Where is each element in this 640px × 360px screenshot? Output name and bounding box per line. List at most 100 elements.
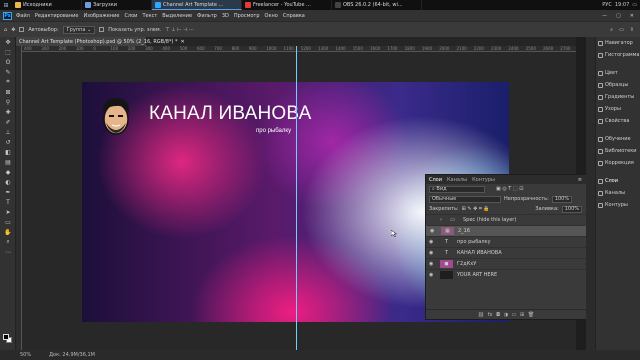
lock-icons[interactable]: ⊞ ✎ ✥ ⌗ 🔒 xyxy=(462,206,490,212)
visibility-eye-icon[interactable]: ◉ xyxy=(429,272,436,278)
fx-icon[interactable]: fx xyxy=(488,312,493,318)
layer-row[interactable]: ◉ ▦ 2_16 xyxy=(426,225,586,236)
gradient-tool-icon[interactable]: ▤ xyxy=(0,157,16,167)
stamp-tool-icon[interactable]: ⊥ xyxy=(0,127,16,137)
healing-tool-icon[interactable]: ✚ xyxy=(0,107,16,117)
channel-subtitle-text[interactable]: про рыбалку xyxy=(256,128,291,134)
menu-item[interactable]: Текст xyxy=(142,13,157,19)
dock-panel-item[interactable]: Контуры xyxy=(596,199,640,211)
move-tool-icon[interactable]: ✥ xyxy=(11,27,15,33)
visibility-eye-icon[interactable]: ◉ xyxy=(429,250,436,256)
eyedropper-tool-icon[interactable]: ⚲ xyxy=(0,97,16,107)
crop-tool-icon[interactable]: ⌗ xyxy=(0,77,16,87)
tray-lang[interactable]: РУС xyxy=(602,2,612,8)
quick-select-tool-icon[interactable]: ✎ xyxy=(0,67,16,77)
eraser-tool-icon[interactable]: ◧ xyxy=(0,147,16,157)
menu-item[interactable]: Слои xyxy=(124,13,137,19)
dock-panel-item[interactable]: Библиотеки xyxy=(596,145,640,157)
channel-title-text[interactable]: КАНАЛ ИВАНОВА xyxy=(149,103,312,125)
dodge-tool-icon[interactable]: ◐ xyxy=(0,177,16,187)
layer-kind-select[interactable]: ⌕ Вид xyxy=(429,185,485,193)
taskbar-tab[interactable]: Channel Art Template ... xyxy=(152,0,242,10)
dock-panel-item[interactable]: Навигатор xyxy=(596,37,640,49)
layer-row[interactable]: ◉ Tпро рыбалку xyxy=(426,236,586,247)
adjustment-icon[interactable]: ◑ xyxy=(504,312,508,318)
dock-panel-item[interactable]: Образцы xyxy=(596,79,640,91)
show-transform-checkbox[interactable] xyxy=(99,27,105,32)
menu-item[interactable]: 3D xyxy=(222,13,229,19)
blend-mode-select[interactable]: Обычные xyxy=(429,195,501,203)
menu-item[interactable]: Файл xyxy=(16,13,30,19)
taskbar-tab[interactable]: OBS 26.0.2 (64-bit, wi... xyxy=(332,0,422,10)
visibility-eye-icon[interactable]: ◉ xyxy=(429,239,436,245)
panel-menu-icon[interactable]: ≡ xyxy=(578,177,582,183)
maximize-icon[interactable]: ▢ xyxy=(616,13,621,19)
menu-item[interactable]: Редактирование xyxy=(35,13,79,19)
history-brush-icon[interactable]: ↺ xyxy=(0,137,16,147)
frame-tool-icon[interactable]: ⊠ xyxy=(0,87,16,97)
layer-row[interactable]: › ▭ Spec (hide this layer) xyxy=(426,214,586,225)
dock-panel-item[interactable]: Цвет xyxy=(596,67,640,79)
search-icon[interactable]: ⌕ xyxy=(610,27,613,33)
lasso-tool-icon[interactable]: ʘ xyxy=(0,57,16,67)
delete-layer-icon[interactable]: 🗑 xyxy=(528,312,534,318)
dock-panel-item[interactable]: Градиенты xyxy=(596,91,640,103)
zoom-tool-icon[interactable]: ⌕ xyxy=(0,237,16,247)
close-tab-icon[interactable]: ✕ xyxy=(181,39,185,45)
windows-start-icon[interactable]: ⊞ xyxy=(0,0,12,10)
opacity-input[interactable]: 100% xyxy=(551,195,573,203)
panel-tab[interactable]: Контуры xyxy=(472,177,495,183)
layer-filter-icons[interactable]: ▣ ◎ T ⬚ ⊡ xyxy=(496,186,523,192)
dock-panel-item[interactable]: Обучение xyxy=(596,133,640,145)
path-select-tool-icon[interactable]: ➤ xyxy=(0,207,16,217)
rectangle-tool-icon[interactable]: ▭ xyxy=(0,217,16,227)
foreground-color-swatch[interactable] xyxy=(3,334,9,340)
notifications-icon[interactable]: ▭ xyxy=(632,2,637,8)
brush-tool-icon[interactable]: ✐ xyxy=(0,117,16,127)
type-tool-icon[interactable]: T xyxy=(0,197,16,207)
move-tool-icon[interactable]: ✥ xyxy=(0,37,16,47)
layer-row[interactable]: ◉ ◼ Г2дКхУ xyxy=(426,258,586,269)
home-icon[interactable]: ⌂ xyxy=(4,27,7,33)
marquee-tool-icon[interactable]: ⬚ xyxy=(0,47,16,57)
pen-tool-icon[interactable]: ✒ xyxy=(0,187,16,197)
taskbar-tab[interactable]: Исходники xyxy=(12,0,82,10)
dock-panel-item[interactable]: Каналы xyxy=(596,187,640,199)
dock-panel-item[interactable]: Гистограмма xyxy=(596,49,640,61)
menu-item[interactable]: Справка xyxy=(283,13,305,19)
dock-panel-item[interactable]: Коррекция xyxy=(596,157,640,169)
fill-input[interactable]: 100% xyxy=(561,205,582,213)
link-layers-icon[interactable]: ⛓ xyxy=(478,312,484,318)
hand-tool-icon[interactable]: ✋ xyxy=(0,227,16,237)
panel-tab[interactable]: Слои xyxy=(429,177,442,183)
auto-select-checkbox[interactable] xyxy=(19,27,25,32)
blur-tool-icon[interactable]: ◆ xyxy=(0,167,16,177)
mask-icon[interactable]: ◘ xyxy=(496,312,500,318)
visibility-eye-icon[interactable]: ◉ xyxy=(430,228,437,234)
taskbar-tab[interactable]: Загрузки xyxy=(82,0,152,10)
dock-panel-item[interactable]: Узоры xyxy=(596,103,640,115)
dock-panel-item[interactable]: Слои xyxy=(596,175,640,187)
avatar-cartoon-face[interactable] xyxy=(99,95,133,137)
auto-select-target-select[interactable]: Группа ⌄ xyxy=(62,25,96,34)
tray-clock[interactable]: 19:07 xyxy=(615,2,629,8)
menu-item[interactable]: Фильтр xyxy=(197,13,217,19)
share-icon[interactable]: ⇪ xyxy=(630,27,634,33)
menu-item[interactable]: Окно xyxy=(265,13,278,19)
menu-item[interactable]: Изображение xyxy=(83,13,119,19)
visibility-eye-icon[interactable]: ◉ xyxy=(429,261,436,267)
dock-panel-item[interactable]: Свойства xyxy=(596,115,640,127)
new-layer-icon[interactable]: ⊞ xyxy=(520,312,524,318)
chevron-right-icon[interactable]: › xyxy=(440,217,442,223)
align-icons[interactable]: ⊤ ⊥ ⊢ ⊣ ⋯ xyxy=(165,27,194,33)
minimize-icon[interactable]: — xyxy=(602,13,607,19)
zoom-level[interactable]: 50% xyxy=(20,352,31,358)
new-group-icon[interactable]: ▭ xyxy=(512,312,517,318)
menu-item[interactable]: Выделение xyxy=(162,13,192,19)
more-tools-icon[interactable]: ⋯ xyxy=(0,247,16,257)
menu-item[interactable]: Просмотр xyxy=(234,13,260,19)
workspace-icon[interactable]: ▭ xyxy=(619,27,624,33)
layer-row[interactable]: ◉ T КАНАЛ ИВАНОВА xyxy=(426,247,586,258)
taskbar-tab[interactable]: Freelancer - YouTube ... xyxy=(242,0,332,10)
close-icon[interactable]: ✕ xyxy=(630,13,634,19)
